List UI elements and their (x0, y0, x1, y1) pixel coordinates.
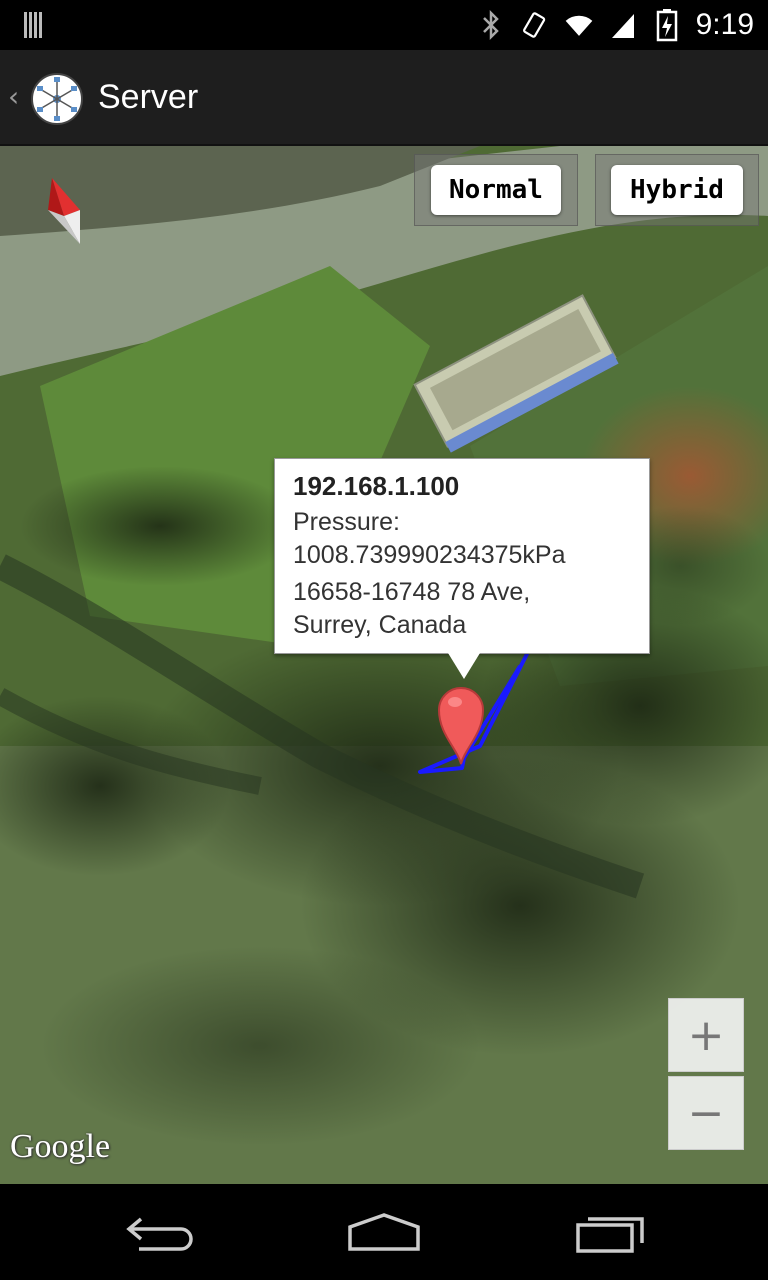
home-icon[interactable] (344, 1208, 424, 1258)
signal-icon (608, 8, 638, 42)
notification-bars-icon (24, 12, 48, 38)
satellite-imagery (0, 146, 768, 1184)
google-attribution-logo: Google (10, 1128, 111, 1165)
status-time: 9:19 (695, 8, 754, 41)
address-line-2: Surrey, Canada (293, 611, 467, 639)
info-window-title: 192.168.1.100 (293, 471, 460, 501)
normal-map-button[interactable]: Normal (431, 165, 561, 215)
status-bar: 9:19 (0, 0, 768, 50)
bluetooth-icon (476, 8, 506, 42)
info-window-pointer (448, 653, 480, 679)
marker-info-window[interactable]: 192.168.1.100 Pressure: 1008.73999023437… (274, 458, 650, 679)
status-icons: 9:19 (476, 0, 754, 50)
map-type-normal-container: Normal (414, 154, 578, 226)
up-navigation-chevron-icon[interactable]: ‹ (8, 80, 19, 113)
hybrid-map-button[interactable]: Hybrid (611, 165, 743, 215)
recent-apps-icon[interactable] (570, 1208, 650, 1258)
vibrate-icon (520, 8, 550, 42)
battery-charging-icon (652, 8, 682, 42)
action-bar: ‹ Server (0, 50, 768, 146)
zoom-in-button[interactable]: + (668, 998, 744, 1072)
navigation-bar (0, 1184, 768, 1280)
back-icon[interactable] (120, 1208, 200, 1258)
map-marker-icon[interactable] (433, 682, 489, 766)
page-title: Server (98, 78, 199, 116)
compass-icon[interactable] (44, 176, 84, 246)
satellite-map[interactable]: Normal Hybrid 192.168.1.100 Pressure: 10… (0, 146, 768, 1184)
address-line-1: 16658-16748 78 Ave, (293, 578, 531, 606)
pressure-value: 1008.739990234375kPa (293, 541, 566, 569)
zoom-out-button[interactable]: − (668, 1076, 744, 1150)
wifi-icon (564, 8, 594, 42)
zoom-controls: + − (668, 998, 744, 1150)
network-hub-icon[interactable] (30, 72, 84, 126)
map-type-hybrid-container: Hybrid (595, 154, 759, 226)
pressure-label: Pressure: (293, 508, 400, 536)
